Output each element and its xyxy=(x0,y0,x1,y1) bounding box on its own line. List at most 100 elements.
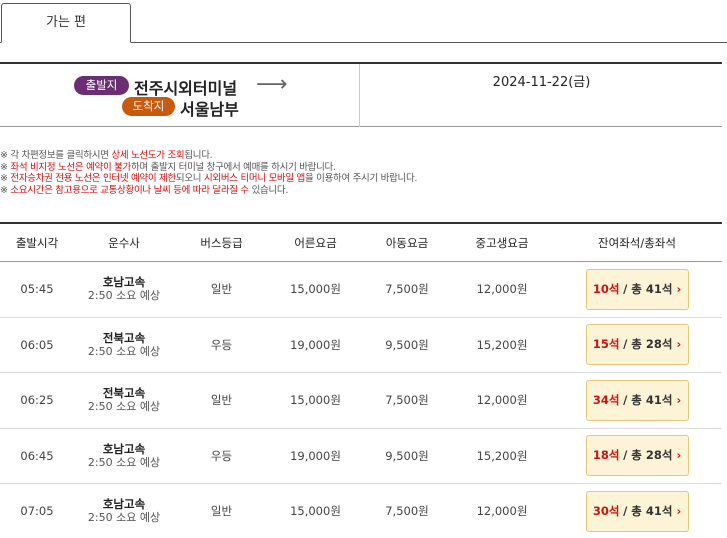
notice-text: ※ 각 차편정보를 클릭하시면 xyxy=(0,150,112,161)
header-adult-fare: 어른요금 xyxy=(294,236,337,250)
seat-cell: 15석 / 총 28석 › xyxy=(552,324,722,366)
departure-time: 07:05 xyxy=(20,504,54,519)
table-row[interactable]: 06:05 전북고속 2:50 소요 예상 우등 19,000원 9,500원 … xyxy=(0,318,722,373)
table-body: 05:45 호남고속 2:50 소요 예상 일반 15,000원 7,500원 … xyxy=(0,262,722,538)
notice-text: 있습니다. xyxy=(248,184,289,196)
youth-fare: 12,000원 xyxy=(476,393,528,408)
seat-select-button[interactable]: 15석 / 총 28석 › xyxy=(585,324,689,366)
seat-cell: 34석 / 총 41석 › xyxy=(552,379,722,421)
total-seats: / 총 28석 xyxy=(623,448,673,463)
total-seats: / 총 41석 xyxy=(623,281,673,296)
chevron-right-icon: › xyxy=(676,503,682,518)
company-name: 호남고속 xyxy=(102,441,146,456)
notice-text: ※ xyxy=(0,161,11,173)
bus-grade: 일반 xyxy=(210,504,233,519)
child-fare: 7,500원 xyxy=(385,282,429,297)
notice-text: ※ xyxy=(0,173,11,184)
departure-badge: 출발지 xyxy=(74,76,129,95)
youth-fare: 12,000원 xyxy=(476,504,528,519)
company-name: 전북고속 xyxy=(102,330,146,345)
table-row[interactable]: 06:45 호남고속 2:50 소요 예상 우등 19,000원 9,500원 … xyxy=(0,429,722,484)
tab-outbound[interactable]: 가는 편 xyxy=(1,3,131,43)
route-stations: 출발지 전주시외터미널 ⟶ 도착지 서울남부 xyxy=(0,64,360,127)
notice-line: ※ 좌석 비지정 노선은 예약이 불가하며 출발지 터미널 창구에서 예매를 하… xyxy=(0,162,722,174)
seat-select-button[interactable]: 18석 / 총 28석 › xyxy=(585,435,689,477)
company-cell: 전북고속 2:50 소요 예상 xyxy=(74,331,174,359)
table-row[interactable]: 06:25 전북고속 2:50 소요 예상 일반 15,000원 7,500원 … xyxy=(0,373,722,429)
departure-time: 06:45 xyxy=(20,448,54,463)
company-cell: 호남고속 2:50 소요 예상 xyxy=(74,497,174,525)
travel-duration: 2:50 소요 예상 xyxy=(87,511,161,525)
notice-highlight: 좌석 비지정 노선은 예약이 불가 xyxy=(10,161,131,173)
travel-duration: 2:50 소요 예상 xyxy=(87,400,161,414)
remaining-seats: 34석 xyxy=(592,392,620,407)
route-summary: 출발지 전주시외터미널 ⟶ 도착지 서울남부 2024-11-22(금) xyxy=(0,62,722,127)
company-name: 전북고속 xyxy=(102,386,146,401)
remaining-seats: 30석 xyxy=(592,503,620,518)
company-name: 호남고속 xyxy=(102,497,146,512)
company-cell: 전북고속 2:50 소요 예상 xyxy=(74,386,174,414)
remaining-seats: 15석 xyxy=(592,337,620,352)
youth-fare: 12,000원 xyxy=(476,282,528,297)
tab-bar: 가는 편 xyxy=(0,0,727,43)
notice-text: ※ xyxy=(0,184,11,196)
child-fare: 9,500원 xyxy=(385,337,429,352)
schedule-table: 출발시각 운수사 버스등급 어른요금 아동요금 중고생요금 잔여좌석/총좌석 0… xyxy=(0,222,722,538)
arrow-right-icon: ⟶ xyxy=(256,72,288,97)
header-departure-time: 출발시각 xyxy=(15,236,59,250)
child-fare: 9,500원 xyxy=(385,448,429,463)
adult-fare: 19,000원 xyxy=(290,337,341,352)
departure-time: 06:05 xyxy=(20,337,54,352)
total-seats: / 총 41석 xyxy=(623,503,673,518)
header-child-fare: 아동요금 xyxy=(385,236,429,250)
travel-duration: 2:50 소요 예상 xyxy=(87,344,161,358)
chevron-right-icon: › xyxy=(676,448,682,463)
company-cell: 호남고속 2:50 소요 예상 xyxy=(74,442,174,470)
bus-grade: 우등 xyxy=(210,448,233,463)
header-bus-grade: 버스등급 xyxy=(200,236,243,250)
seat-select-button[interactable]: 10석 / 총 41석 › xyxy=(585,268,689,310)
bus-grade: 일반 xyxy=(210,282,233,297)
notice-text: 됩니다. xyxy=(184,150,213,161)
travel-duration: 2:50 소요 예상 xyxy=(87,289,161,303)
notice-text: 되오니 xyxy=(175,173,204,184)
notice-line: ※ 각 차편정보를 클릭하시면 상세 노선도가 조회됩니다. xyxy=(0,150,722,162)
bus-grade: 우등 xyxy=(210,337,233,352)
company-name: 호남고속 xyxy=(102,275,146,290)
chevron-right-icon: › xyxy=(676,281,682,296)
travel-duration: 2:50 소요 예상 xyxy=(87,455,161,469)
departure-date: 2024-11-22(금) xyxy=(492,75,591,90)
company-cell: 호남고속 2:50 소요 예상 xyxy=(74,275,174,303)
departure-time: 06:25 xyxy=(20,393,54,408)
notice-text: 을 이용하여 주시기 바랍니다. xyxy=(304,173,418,184)
notice-highlight: 시외버스 티머니 모바일 앱 xyxy=(203,173,305,184)
chevron-right-icon: › xyxy=(676,392,682,407)
youth-fare: 15,200원 xyxy=(476,337,528,352)
chevron-right-icon: › xyxy=(676,337,682,352)
departure-time: 05:45 xyxy=(20,282,54,297)
header-company: 운수사 xyxy=(108,236,140,250)
table-row[interactable]: 05:45 호남고속 2:50 소요 예상 일반 15,000원 7,500원 … xyxy=(0,262,722,318)
notice-line: ※ 전자승차권 전용 노선은 인터넷 예약이 제한되오니 시외버스 티머니 모바… xyxy=(0,173,722,185)
arrival-badge: 도착지 xyxy=(122,97,175,116)
child-fare: 7,500원 xyxy=(385,504,429,519)
table-row[interactable]: 07:05 호남고속 2:50 소요 예상 일반 15,000원 7,500원 … xyxy=(0,484,722,538)
youth-fare: 15,200원 xyxy=(476,448,528,463)
remaining-seats: 18석 xyxy=(592,448,620,463)
seat-cell: 18석 / 총 28석 › xyxy=(552,435,722,477)
total-seats: / 총 28석 xyxy=(623,337,673,352)
bus-grade: 일반 xyxy=(210,393,233,408)
adult-fare: 15,000원 xyxy=(290,504,341,519)
remaining-seats: 10석 xyxy=(592,281,620,296)
adult-fare: 15,000원 xyxy=(290,393,341,408)
seat-cell: 10석 / 총 41석 › xyxy=(552,268,722,310)
arrival-terminal: 서울남부 xyxy=(180,100,239,119)
child-fare: 7,500원 xyxy=(385,393,429,408)
notice-highlight: 소요시간은 참고용으로 교통상황이나 날씨 등에 따라 달라질 수 xyxy=(10,184,249,196)
header-seats: 잔여좌석/총좌석 xyxy=(598,236,676,250)
adult-fare: 15,000원 xyxy=(290,282,341,297)
seat-select-button[interactable]: 30석 / 총 41석 › xyxy=(585,490,689,532)
header-youth-fare: 중고생요금 xyxy=(475,236,529,250)
seat-select-button[interactable]: 34석 / 총 41석 › xyxy=(585,379,689,421)
notice-highlight: 전자승차권 전용 노선은 인터넷 예약이 제한 xyxy=(10,173,176,184)
